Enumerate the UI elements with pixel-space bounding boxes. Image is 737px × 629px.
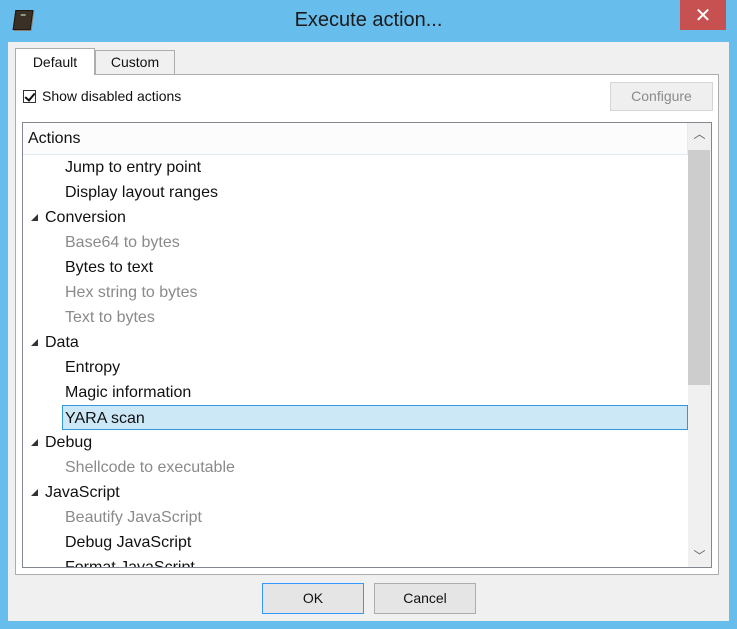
expanded-triangle-icon[interactable] — [31, 214, 38, 221]
tree-item-label: Bytes to text — [65, 259, 154, 276]
tree-item[interactable]: Text to bytes — [23, 305, 688, 330]
tree-item-label: Jump to entry point — [65, 159, 202, 176]
tree-item-label: JavaScript — [45, 484, 120, 501]
actions-tree[interactable]: Actions Jump to entry point Display layou… — [22, 122, 712, 568]
tree-group[interactable]: Data — [23, 330, 688, 355]
show-disabled-actions-checkbox[interactable] — [23, 89, 36, 103]
tree-item[interactable]: Bytes to text — [23, 255, 688, 280]
actions-tree-body: Jump to entry point Display layout ranges… — [23, 155, 688, 568]
tree-group[interactable]: Debug — [23, 430, 688, 455]
title-bar: Execute action... ✕ — [0, 0, 737, 42]
tree-item[interactable]: Entropy — [23, 355, 688, 380]
window-title: Execute action... — [294, 9, 443, 31]
configure-button[interactable]: Configure — [610, 82, 713, 111]
tree-item-label: Shellcode to executable — [65, 459, 235, 476]
tree-item-label: Hex string to bytes — [65, 284, 198, 301]
tree-group[interactable]: Conversion — [23, 205, 688, 230]
close-button[interactable]: ✕ — [680, 0, 726, 30]
tree-item-label: Magic information — [65, 384, 192, 401]
tab-default[interactable]: Default — [15, 48, 95, 75]
default-tab-panel: Show disabled actions Configure Actions … — [15, 74, 719, 575]
ok-button[interactable]: OK — [262, 583, 364, 614]
tab-custom[interactable]: Custom — [95, 50, 175, 74]
tree-item-label: Display layout ranges — [65, 184, 218, 201]
tree-item-label: YARA scan — [65, 410, 145, 427]
tree-item[interactable]: YARA scan — [62, 405, 688, 430]
tree-item[interactable]: Display layout ranges — [23, 180, 688, 205]
scroll-down-arrow-icon[interactable]: ﹀ — [688, 545, 711, 567]
tree-item[interactable]: Base64 to bytes — [23, 230, 688, 255]
expanded-triangle-icon[interactable] — [31, 339, 38, 346]
expanded-triangle-icon[interactable] — [31, 489, 38, 496]
tree-item[interactable]: Jump to entry point — [23, 155, 688, 180]
tree-item-label: Format JavaScript — [65, 559, 195, 568]
tree-item[interactable]: Beautify JavaScript — [23, 505, 688, 530]
tree-item-label: Beautify JavaScript — [65, 509, 202, 526]
vertical-scrollbar[interactable]: ︿ ﹀ — [688, 123, 711, 567]
show-disabled-actions-checkbox-row[interactable]: Show disabled actions — [23, 88, 181, 104]
scroll-thumb[interactable] — [688, 150, 710, 385]
expanded-triangle-icon[interactable] — [31, 439, 38, 446]
tree-item-label: Text to bytes — [65, 309, 155, 326]
dialog-client: Default Custom Show disabled actions Con… — [8, 42, 729, 621]
tree-item-label: Entropy — [65, 359, 121, 376]
tree-item[interactable]: Shellcode to executable — [23, 455, 688, 480]
tree-item[interactable]: Hex string to bytes — [23, 280, 688, 305]
tree-item[interactable]: Format JavaScript — [23, 555, 688, 568]
tree-item-label: Debug — [45, 434, 93, 451]
actions-column-header[interactable]: Actions — [23, 123, 688, 155]
scroll-up-arrow-icon[interactable]: ︿ — [688, 123, 711, 145]
tree-item[interactable]: Magic information — [23, 380, 688, 405]
tree-item-label: Data — [45, 334, 79, 351]
tree-item-label: Base64 to bytes — [65, 234, 180, 251]
tree-item-label: Debug JavaScript — [65, 534, 192, 551]
show-disabled-actions-label[interactable]: Show disabled actions — [42, 88, 181, 104]
cancel-button[interactable]: Cancel — [374, 583, 476, 614]
tree-item[interactable]: Debug JavaScript — [23, 530, 688, 555]
tree-group[interactable]: JavaScript — [23, 480, 688, 505]
tree-item-label: Conversion — [45, 209, 126, 226]
